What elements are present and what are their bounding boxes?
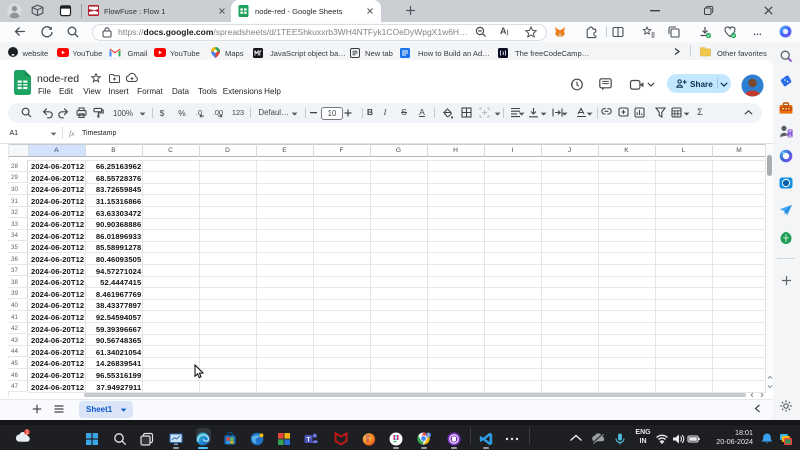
svg-text:T: T xyxy=(307,436,311,443)
